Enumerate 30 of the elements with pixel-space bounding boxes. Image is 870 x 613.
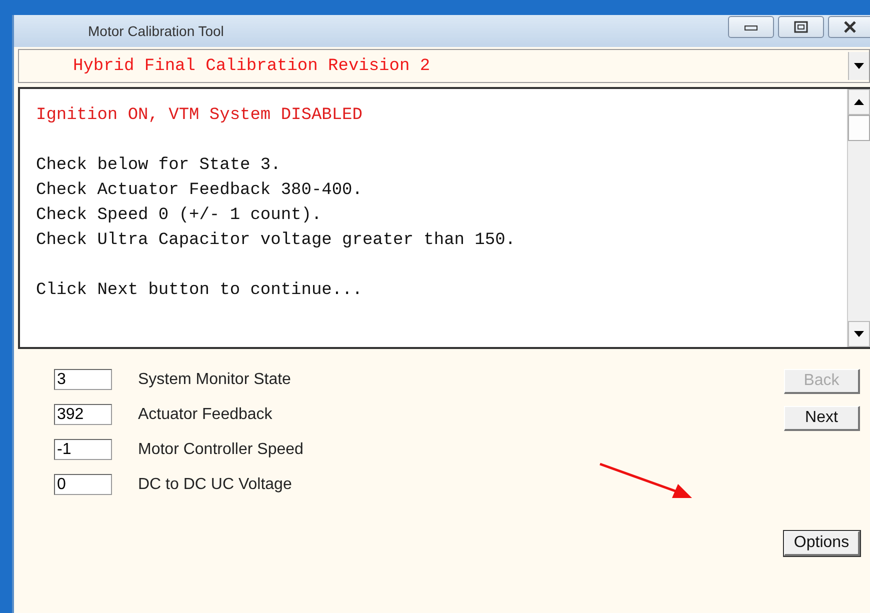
status-message: Ignition ON, VTM System DISABLED — [36, 105, 364, 127]
instruction-line: Check Ultra Capacitor voltage greater than 150. — [36, 230, 516, 252]
instruction-line: Click Next button to continue... — [36, 280, 364, 302]
reading-field[interactable]: 0 — [54, 474, 112, 495]
maximize-icon — [794, 21, 808, 33]
window-title: Motor Calibration Tool — [88, 23, 225, 39]
scroll-up-button[interactable] — [848, 89, 870, 115]
next-button[interactable]: Next — [784, 406, 860, 431]
scroll-down-button[interactable] — [848, 321, 870, 347]
maximize-button[interactable] — [778, 16, 824, 38]
reading-field[interactable]: 392 — [54, 404, 112, 425]
close-icon — [842, 21, 856, 33]
instruction-line: Check Speed 0 (+/- 1 count). — [36, 205, 323, 227]
instruction-line: Check below for State 3. — [36, 155, 282, 177]
procedure-dropdown[interactable]: Hybrid Final Calibration Revision 2 — [18, 49, 870, 83]
reading-field[interactable]: -1 — [54, 439, 112, 460]
dropdown-arrow-icon — [854, 63, 864, 69]
reading-label: Actuator Feedback — [138, 406, 272, 424]
minimize-icon — [744, 23, 758, 31]
minimize-button[interactable] — [728, 16, 774, 38]
options-button[interactable]: Options — [784, 531, 860, 556]
up-arrow-icon — [854, 99, 864, 105]
reading-label: Motor Controller Speed — [138, 440, 304, 458]
close-button[interactable] — [828, 16, 870, 38]
scrollbar-thumb[interactable] — [848, 115, 870, 141]
instruction-line: Check Actuator Feedback 380-400. — [36, 180, 364, 202]
reading-label: DC to DC UC Voltage — [138, 476, 292, 494]
down-arrow-icon — [854, 331, 864, 337]
reading-field[interactable]: 3 — [54, 369, 112, 390]
reading-label: System Monitor State — [138, 370, 291, 388]
